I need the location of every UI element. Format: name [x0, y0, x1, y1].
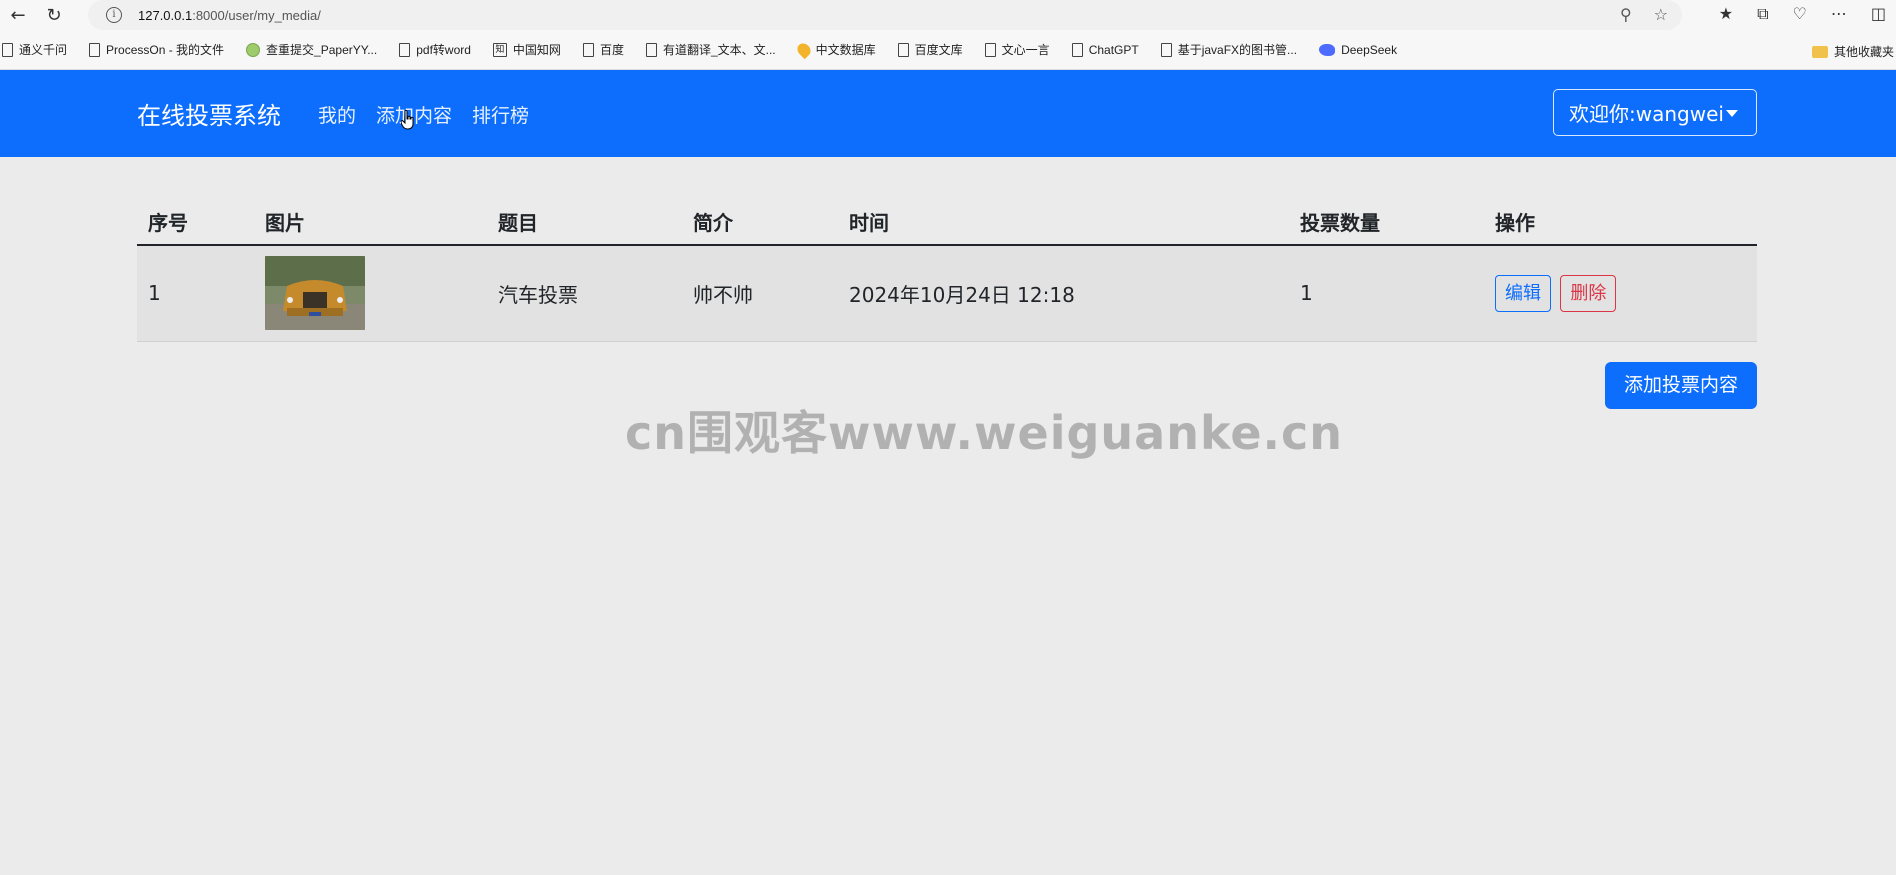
bookmark-label: DeepSeek	[1341, 42, 1398, 57]
page-icon	[984, 42, 996, 57]
bookmark-label: 百度	[599, 43, 624, 57]
reload-icon[interactable]: ↻	[36, 0, 72, 30]
other-bookmarks-label: 其他收藏夹	[1833, 45, 1894, 59]
delete-button[interactable]: 删除	[1560, 274, 1617, 312]
cell-actions: 编辑 删除	[1484, 245, 1757, 342]
edit-button[interactable]: 编辑	[1495, 274, 1551, 312]
url-text[interactable]: 127.0.0.1:8000/user/my_media/	[138, 8, 321, 23]
bookmark-item[interactable]: ChatGPT	[1071, 42, 1139, 57]
more-menu-icon[interactable]: ⋯	[1831, 4, 1847, 24]
add-vote-content-button[interactable]: 添加投票内容	[1605, 362, 1757, 409]
bookmark-label: ProcessOn - 我的文件	[106, 43, 225, 57]
hand-cursor-icon	[401, 110, 414, 130]
media-table: 序号 图片 题目 简介 时间 投票数量 操作 1 汽车投票 帅不帅 2024年1…	[137, 198, 1757, 342]
table-row: 1 汽车投票 帅不帅 2024年10月24日 12:18 1 编辑 删除	[137, 245, 1757, 342]
browser-toolbar: ← ↻ i 127.0.0.1:8000/user/my_media/ ⚲ ☆ …	[0, 0, 1896, 30]
bookmark-item[interactable]: 查重提交_PaperYY...	[246, 41, 377, 58]
cnki-icon: 知	[492, 42, 507, 57]
paperyy-icon	[246, 42, 261, 57]
bookmark-item[interactable]: 有道翻译_文本、文...	[645, 41, 776, 58]
favorites-icon[interactable]: ★	[1719, 4, 1733, 24]
page-icon	[897, 42, 909, 57]
page-icon	[399, 42, 411, 57]
cell-index: 1	[137, 245, 254, 342]
bookmark-item[interactable]: 知中国知网	[492, 41, 561, 58]
header-intro: 简介	[682, 198, 838, 246]
bookmark-label: 文心一言	[1001, 43, 1050, 57]
header-actions: 操作	[1484, 198, 1757, 246]
bookmark-label: 中国知网	[512, 43, 561, 57]
bookmark-item[interactable]: 中文数据库	[794, 40, 876, 59]
sidebar-icon[interactable]: ◫	[1871, 4, 1886, 24]
car-thumbnail	[265, 256, 365, 331]
bookmark-label: 查重提交_PaperYY...	[266, 43, 378, 57]
bookmark-label: 百度文库	[914, 43, 963, 57]
nav-link-ranking[interactable]: 排行榜	[472, 101, 529, 128]
user-dropdown[interactable]: 欢迎你:wangwei	[1553, 89, 1757, 136]
bookmark-label: 有道翻译_文本、文...	[662, 43, 776, 57]
nav-link-mine[interactable]: 我的	[318, 101, 356, 128]
bookmark-item[interactable]: ProcessOn - 我的文件	[89, 41, 224, 58]
cell-time: 2024年10月24日 12:18	[838, 245, 1289, 342]
header-image: 图片	[254, 198, 487, 246]
page-icon	[2, 42, 13, 57]
bookmark-item[interactable]: 文心一言	[984, 41, 1050, 58]
bookmark-item[interactable]: 百度	[582, 41, 624, 58]
folder-icon	[1811, 45, 1828, 58]
table-header-row: 序号 图片 题目 简介 时间 投票数量 操作	[137, 198, 1757, 246]
page-icon	[582, 42, 594, 57]
address-bar[interactable]: i 127.0.0.1:8000/user/my_media/ ⚲ ☆	[88, 0, 1682, 30]
app-navbar: 在线投票系统 我的 添加内容 排行榜 欢迎你:wangwei	[0, 70, 1896, 157]
cell-votes: 1	[1289, 245, 1484, 342]
caret-down-icon	[1726, 110, 1738, 117]
cell-intro: 帅不帅	[682, 245, 838, 342]
bookmark-item[interactable]: DeepSeek	[1319, 43, 1397, 57]
header-title: 题目	[487, 198, 682, 246]
location-pin-icon	[794, 40, 813, 59]
header-votes: 投票数量	[1289, 198, 1484, 246]
brand-title[interactable]: 在线投票系统	[137, 96, 281, 131]
deepseek-icon	[1319, 43, 1336, 56]
bookmark-item[interactable]: 百度文库	[897, 41, 963, 58]
page-icon	[1071, 42, 1083, 57]
bookmark-item[interactable]: pdf转word	[399, 41, 471, 58]
header-index: 序号	[137, 198, 254, 246]
bookmark-label: ChatGPT	[1088, 42, 1139, 57]
zoom-icon[interactable]: ⚲	[1620, 5, 1632, 24]
back-icon[interactable]: ←	[0, 0, 36, 30]
page-icon	[89, 42, 101, 57]
bookmarks-bar: 通义千问 ProcessOn - 我的文件 查重提交_PaperYY... pd…	[0, 30, 1896, 70]
site-info-icon[interactable]: i	[106, 7, 122, 23]
cell-image	[254, 245, 487, 342]
bookmark-item[interactable]: 基于javaFX的图书管...	[1160, 41, 1298, 58]
bookmark-label: 通义千问	[19, 43, 68, 57]
bookmark-label: pdf转word	[416, 43, 471, 57]
bookmark-label: 基于javaFX的图书管...	[1177, 43, 1298, 57]
collections-icon[interactable]: ⧉	[1757, 4, 1768, 24]
url-host: 127.0.0.1	[138, 7, 193, 23]
favorite-star-icon[interactable]: ☆	[1654, 5, 1668, 24]
nav-links: 我的 添加内容 排行榜	[318, 101, 529, 128]
watermark-text: cn围观客www.weiguanke.cn	[625, 406, 1344, 460]
other-bookmarks[interactable]: 其他收藏夹	[1811, 43, 1894, 60]
browser-essentials-icon[interactable]: ♡	[1793, 4, 1807, 24]
url-path: :8000/user/my_media/	[192, 7, 321, 23]
bookmark-label: 中文数据库	[815, 43, 876, 57]
page-icon	[645, 42, 657, 57]
cell-title: 汽车投票	[487, 245, 682, 342]
bookmark-item[interactable]: 通义千问	[2, 41, 67, 58]
user-dropdown-label: 欢迎你:wangwei	[1569, 102, 1724, 126]
header-time: 时间	[838, 198, 1289, 246]
page-icon	[1160, 42, 1172, 57]
